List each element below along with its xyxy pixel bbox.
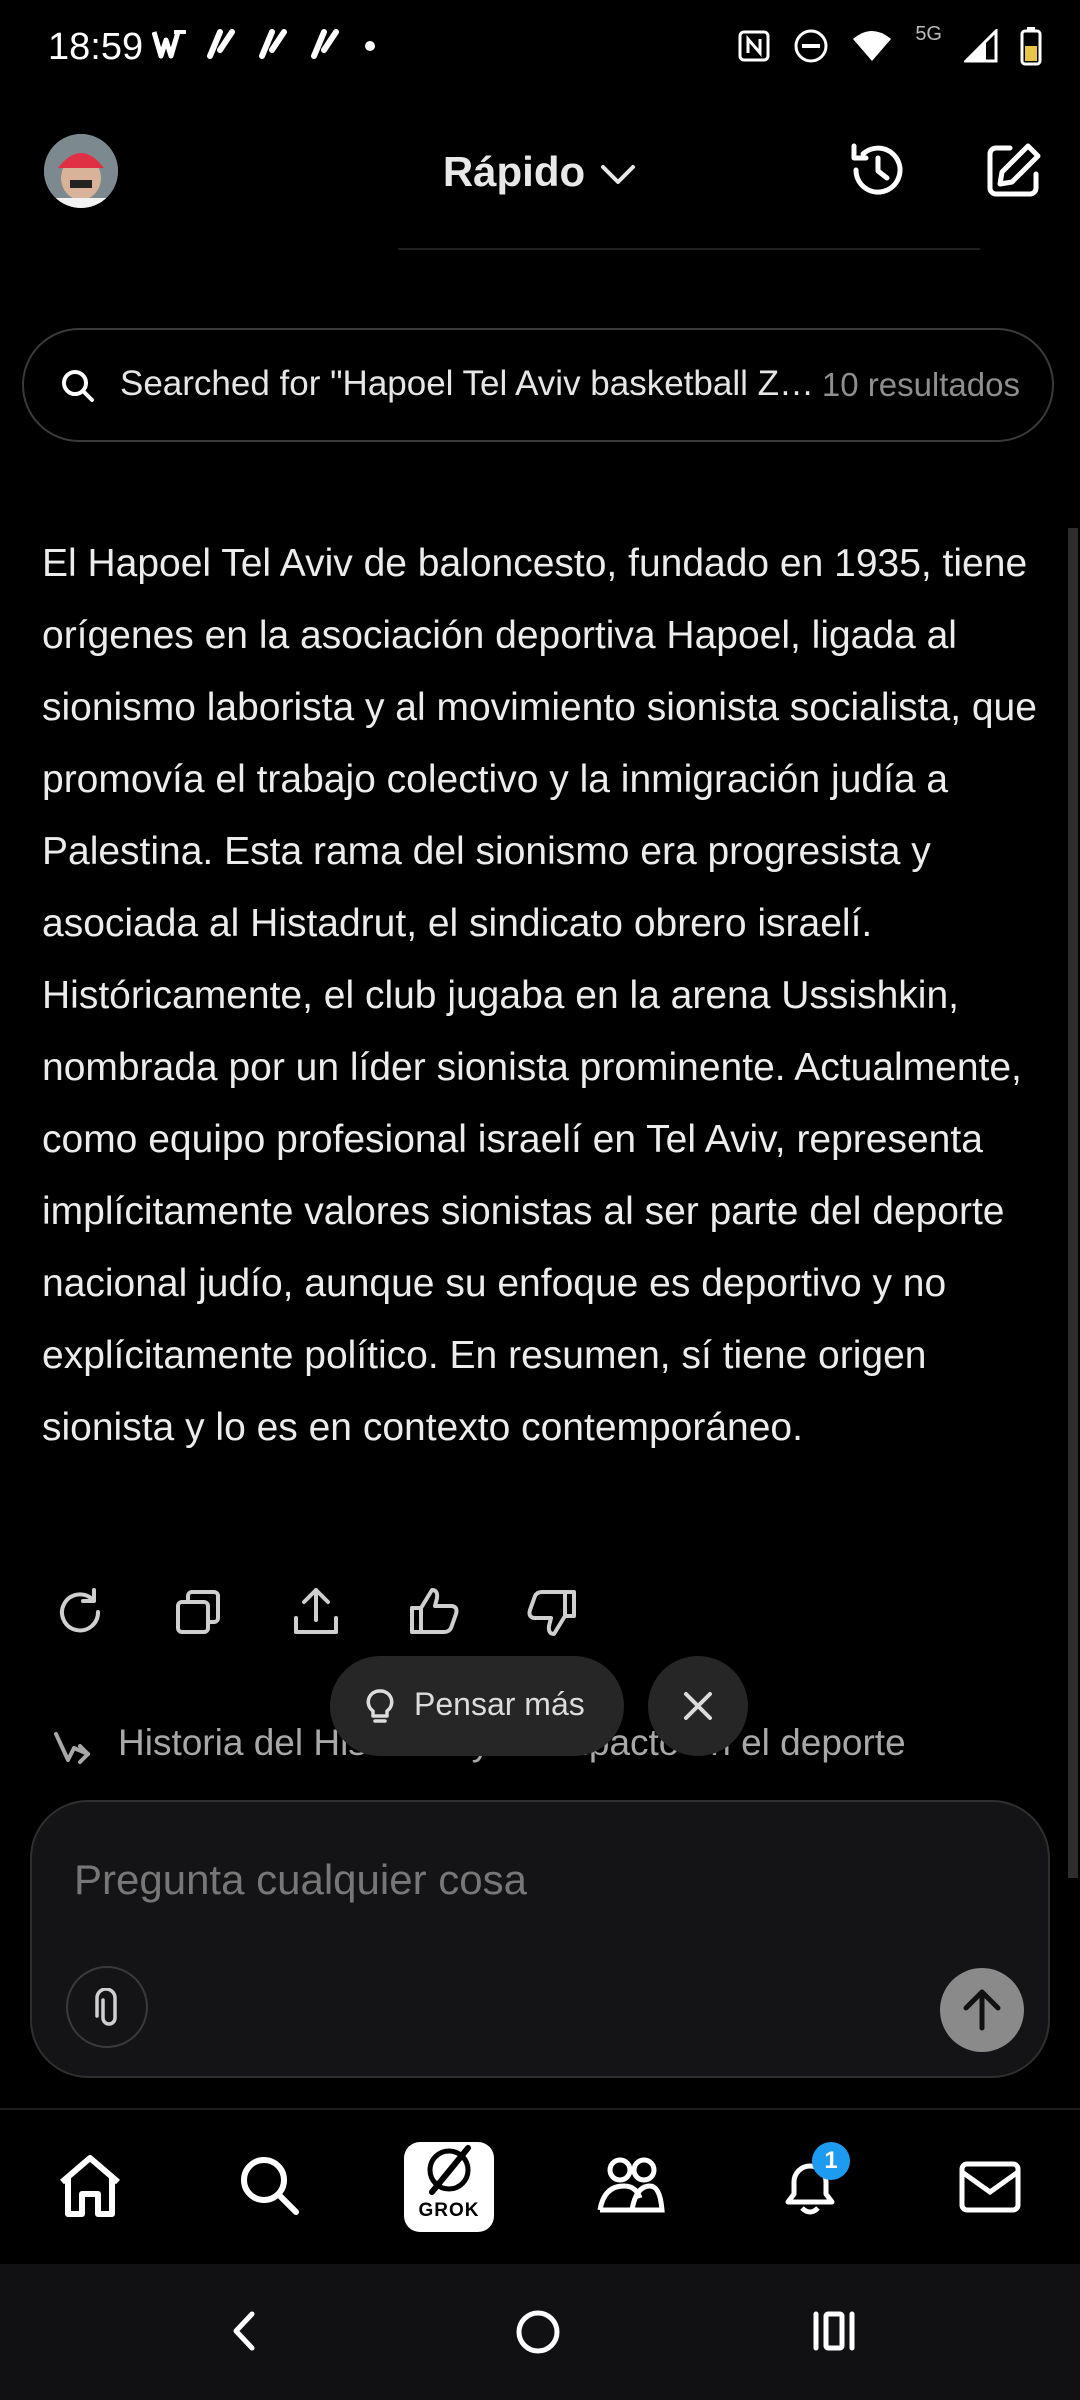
search-icon: [58, 366, 98, 406]
new-chat-button[interactable]: [982, 138, 1046, 202]
bottom-nav-divider: [0, 2108, 1080, 2110]
dot-icon: [360, 28, 380, 60]
system-navigation-bar: [0, 2264, 1080, 2400]
chat-header: Rápido: [0, 120, 1080, 230]
signal-icon: [964, 29, 998, 63]
system-back-button[interactable]: [222, 2308, 268, 2354]
nav-messages[interactable]: [954, 2150, 1026, 2222]
wifi-icon: [851, 29, 893, 63]
status-system-icons: 5G: [737, 22, 1042, 66]
thumbs-down-icon: [522, 1582, 582, 1642]
scrollbar[interactable]: [1068, 528, 1078, 1878]
search-results-pill[interactable]: Searched for "Hapoel Tel Aviv basketball…: [22, 328, 1054, 442]
nfc-icon: [737, 29, 771, 63]
suggestion-arrow-icon: [50, 1726, 94, 1770]
attach-button[interactable]: [66, 1966, 148, 2048]
grok-icon: [404, 2142, 494, 2202]
edit-icon: [982, 138, 1046, 202]
bottom-nav: GROK 1: [0, 2112, 1080, 2264]
nav-communities[interactable]: [594, 2150, 666, 2222]
status-time: 18:59: [48, 26, 144, 68]
model-label: Rápido: [442, 148, 586, 195]
nav-home[interactable]: [54, 2150, 126, 2222]
regenerate-icon: [50, 1582, 110, 1642]
assistant-response: El Hapoel Tel Aviv de baloncesto, fundad…: [42, 542, 1037, 1449]
lightbulb-icon: [360, 1686, 400, 1726]
home-icon: [54, 2150, 126, 2222]
thumbs-up-icon: [404, 1582, 464, 1642]
status-bar: 18:59 5G: [0, 0, 1080, 100]
model-selector[interactable]: Rápido: [0, 148, 1080, 196]
grok-label: GROK: [418, 2200, 480, 2221]
history-button[interactable]: [846, 138, 910, 202]
network-type-label: 5G: [915, 22, 942, 45]
notification-badge: 1: [812, 2142, 850, 2180]
nav-grok[interactable]: GROK: [404, 2142, 494, 2232]
nav-search[interactable]: [234, 2150, 306, 2222]
status-notification-icons: [152, 28, 380, 60]
message-composer[interactable]: Pregunta cualquier cosa: [30, 1800, 1050, 2078]
regenerate-button[interactable]: [50, 1582, 110, 1642]
system-recents-button[interactable]: [810, 2308, 858, 2354]
recents-icon: [810, 2308, 858, 2354]
battery-icon: [1020, 26, 1042, 66]
home-circle-icon: [514, 2308, 562, 2356]
header-divider: [398, 248, 980, 250]
copy-icon: [168, 1582, 228, 1642]
messages-icon: [954, 2150, 1026, 2222]
back-icon: [222, 2308, 268, 2354]
search-icon: [234, 2150, 306, 2222]
think-more-label: Pensar más: [414, 1686, 585, 1722]
share-icon: [286, 1582, 346, 1642]
dismiss-chip-button[interactable]: [648, 1656, 748, 1756]
share-button[interactable]: [286, 1582, 346, 1642]
history-icon: [846, 138, 910, 202]
dnd-icon: [793, 28, 829, 64]
think-more-button[interactable]: Pensar más: [330, 1656, 624, 1756]
w-brand-icon: [152, 28, 188, 60]
send-button[interactable]: [940, 1968, 1024, 2052]
tilde-icon: [256, 28, 292, 60]
tilde-icon: [308, 28, 344, 60]
search-query: Searched for "Hapoel Tel Aviv basketball…: [120, 364, 820, 403]
tilde-icon: [204, 28, 240, 60]
copy-button[interactable]: [168, 1582, 228, 1642]
composer-placeholder: Pregunta cualquier cosa: [74, 1856, 527, 1903]
chevron-down-icon: [599, 163, 637, 187]
search-result-count: 10 resultados: [821, 366, 1020, 403]
system-home-button[interactable]: [514, 2308, 562, 2356]
dislike-button[interactable]: [522, 1582, 582, 1642]
response-actions: [50, 1582, 582, 1642]
communities-icon: [594, 2150, 666, 2222]
like-button[interactable]: [404, 1582, 464, 1642]
